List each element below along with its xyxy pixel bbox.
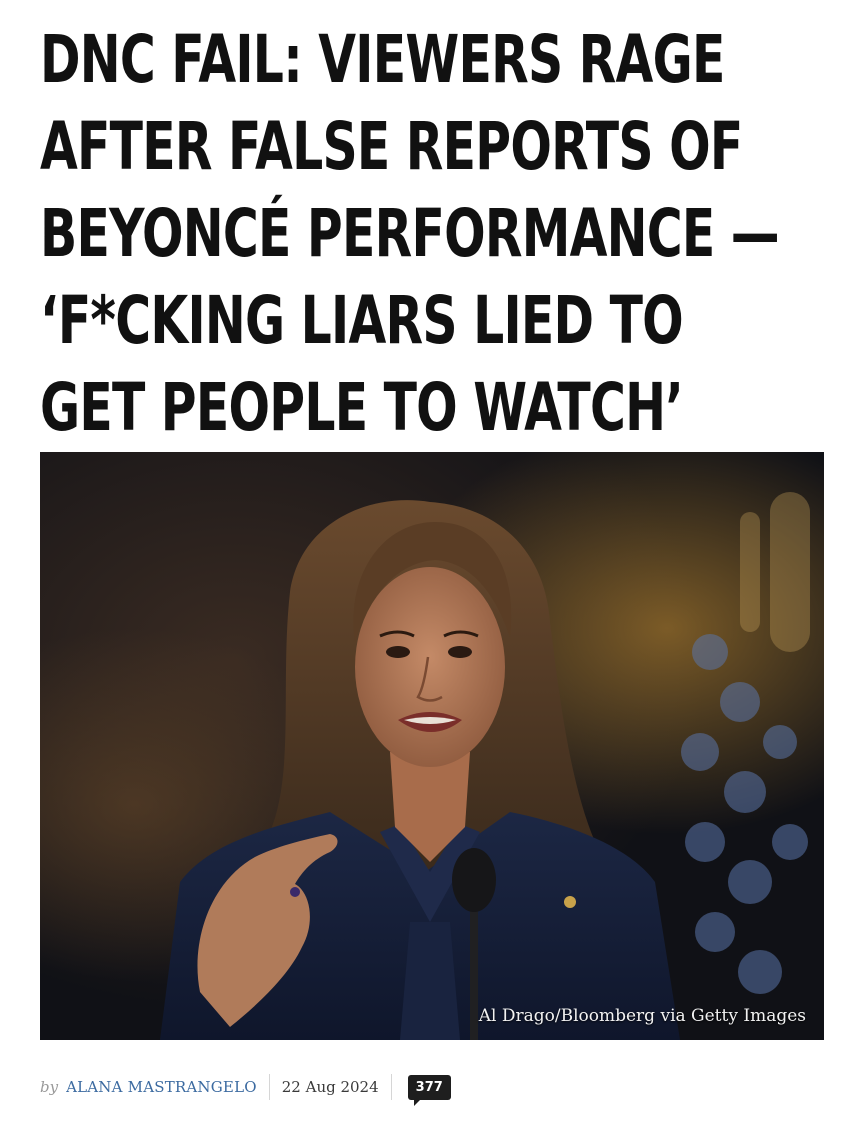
headline-line: ‘F*CKING LIARS LIED TO — [40, 282, 684, 359]
article-headline: DNC FAIL: VIEWERS RAGE AFTER FALSE REPOR… — [40, 16, 780, 451]
photo-credit: Al Drago/Bloomberg via Getty Images — [478, 1006, 806, 1026]
headline-line: AFTER FALSE REPORTS OF — [40, 108, 743, 185]
author-link[interactable]: ALANA MASTRANGELO — [66, 1078, 257, 1096]
headline-line: DNC FAIL: VIEWERS RAGE — [40, 21, 725, 98]
byline-divider — [390, 1074, 392, 1100]
byline-prefix: by — [40, 1078, 59, 1096]
publish-date: 22 Aug 2024 — [281, 1078, 379, 1096]
photo-of-speaker — [40, 452, 824, 1040]
headline-line: BEYONCÉ PERFORMANCE — — [40, 195, 780, 272]
article-byline: by ALANA MASTRANGELO 22 Aug 2024 377 — [40, 1070, 451, 1106]
article-photo[interactable]: Al Drago/Bloomberg via Getty Images — [40, 452, 824, 1040]
comment-count-badge[interactable]: 377 — [407, 1074, 451, 1106]
headline-line: GET PEOPLE TO WATCH’ — [40, 369, 684, 446]
byline-divider — [268, 1074, 270, 1100]
